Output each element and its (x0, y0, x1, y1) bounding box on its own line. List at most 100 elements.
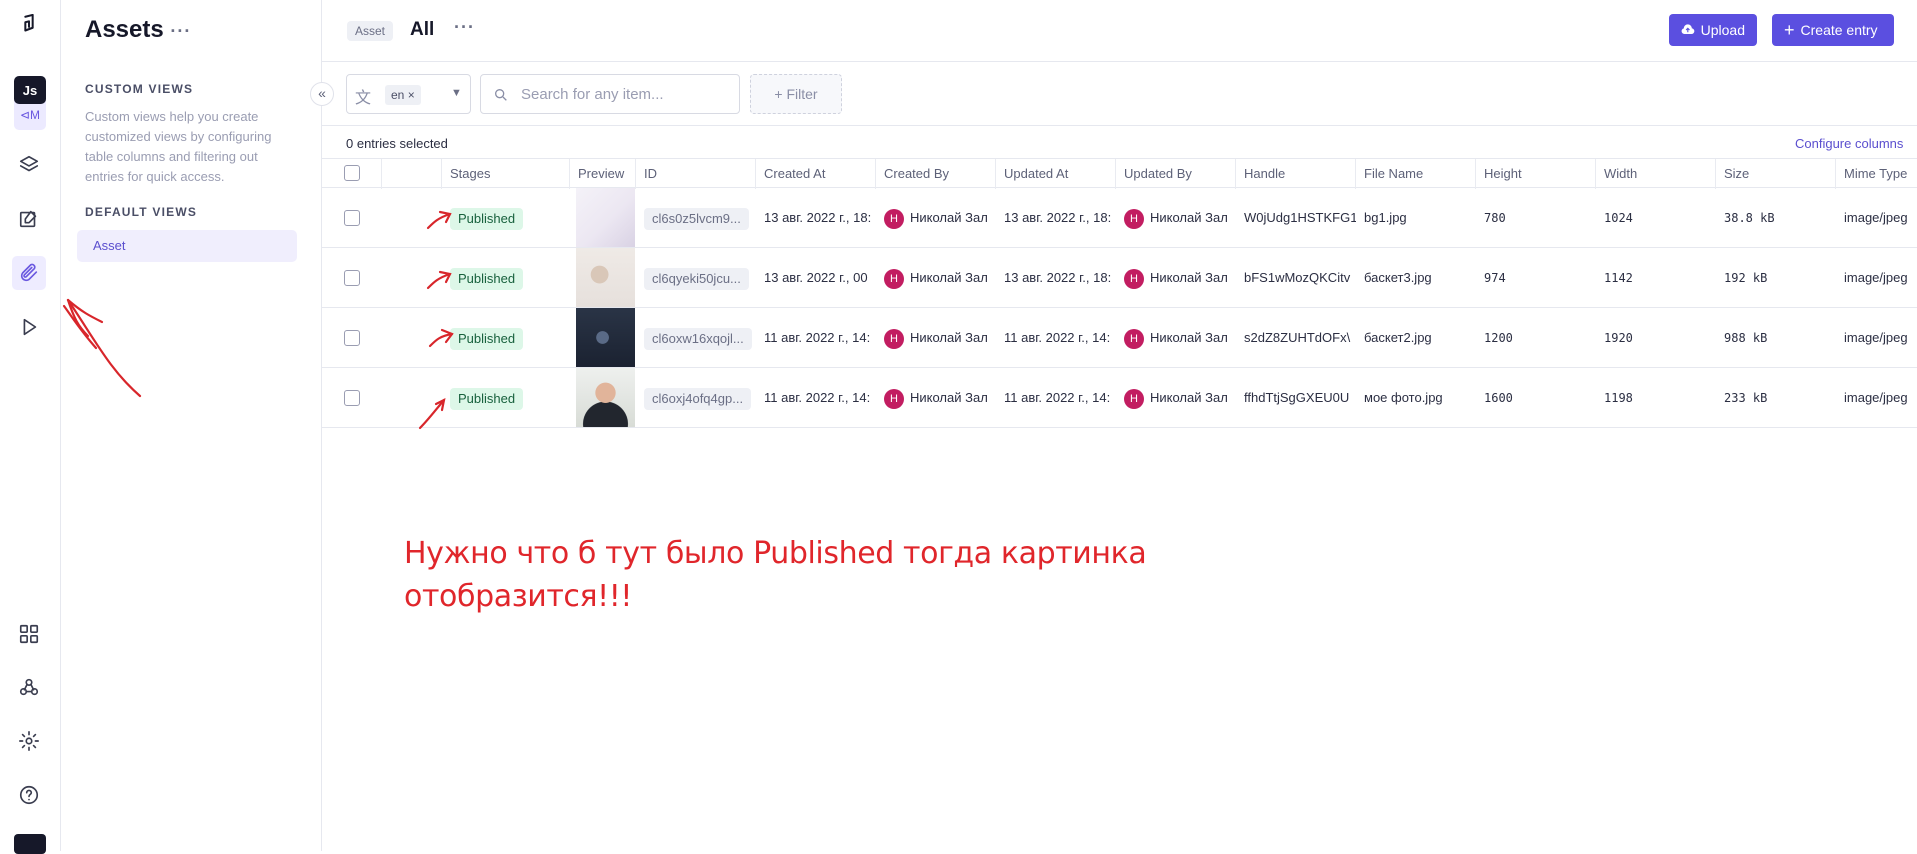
mime-type: image/jpeg (1844, 330, 1908, 345)
id-chip[interactable]: cl6qyeki50jcu... (644, 267, 749, 290)
created-by: Николай Зал (910, 390, 988, 405)
mime-type: image/jpeg (1844, 390, 1908, 405)
content-icon[interactable] (12, 202, 46, 236)
width: 1142 (1604, 271, 1633, 285)
created-at-cell: 11 авг. 2022 г., 14: (756, 308, 876, 368)
annotation-note: Нужно что б тут было Published тогда кар… (404, 532, 1147, 618)
mime-cell: image/jpeg (1836, 248, 1917, 308)
row-checkbox[interactable] (344, 270, 360, 286)
col-created-at[interactable]: Created At (756, 159, 876, 189)
account-avatar[interactable] (14, 834, 46, 854)
select-all-checkbox[interactable] (344, 165, 360, 181)
col-size[interactable]: Size (1716, 159, 1836, 189)
mime-type: image/jpeg (1844, 270, 1908, 285)
assets-icon[interactable] (12, 256, 46, 290)
webhooks-icon[interactable] (12, 670, 46, 704)
view-options-icon[interactable]: ··· (454, 17, 475, 38)
created-by: Николай Зал (910, 270, 988, 285)
table-row[interactable]: Published cl6qyeki50jcu... 13 авг. 2022 г.… (322, 248, 1917, 308)
created-by: Николай Зал (910, 330, 988, 345)
avatar: Н (1124, 388, 1144, 409)
settings-icon[interactable] (12, 724, 46, 758)
view-asset[interactable]: Asset (77, 230, 297, 262)
col-updated-at[interactable]: Updated At (996, 159, 1116, 189)
preview-thumbnail[interactable] (576, 248, 635, 307)
preview-thumbnail[interactable] (576, 368, 635, 427)
col-mime-type[interactable]: Mime Type (1836, 159, 1917, 189)
stage-cell: Published (442, 248, 570, 308)
locale-select[interactable]: 文 en × ▼ (346, 74, 471, 114)
col-updated-by[interactable]: Updated By (1116, 159, 1236, 189)
help-icon[interactable] (12, 778, 46, 812)
mime-type: image/jpeg (1844, 210, 1908, 225)
handle-cell: bFS1wMozQKCitv (1236, 248, 1356, 308)
col-preview[interactable]: Preview (570, 159, 636, 189)
status-badge: Published (450, 387, 524, 410)
search-input[interactable]: Search for any item... (480, 74, 740, 114)
schema-icon[interactable] (12, 148, 46, 182)
cloud-upload-icon (1681, 24, 1695, 34)
locale-tag[interactable]: en × (385, 85, 421, 105)
col-created-by[interactable]: Created By (876, 159, 996, 189)
id-chip[interactable]: cl6oxw16xqojl... (644, 327, 752, 350)
stage-cell: Published (442, 188, 570, 248)
select-cell (322, 248, 382, 308)
col-id[interactable]: ID (636, 159, 756, 189)
col-file-name[interactable]: File Name (1356, 159, 1476, 189)
preview-cell (570, 248, 636, 308)
col-height[interactable]: Height (1476, 159, 1596, 189)
upload-button[interactable]: Upload (1669, 14, 1757, 46)
handle-cell: s2dZ8ZUHTdOFx\ (1236, 308, 1356, 368)
avatar: Н (1124, 208, 1144, 229)
created-at-cell: 11 авг. 2022 г., 14: (756, 368, 876, 428)
row-checkbox[interactable] (344, 330, 360, 346)
updated-at: 13 авг. 2022 г., 18: (1004, 270, 1112, 285)
preview-cell (570, 308, 636, 368)
created-at-cell: 13 авг. 2022 г., 18: (756, 188, 876, 248)
col-stages[interactable]: Stages (442, 159, 570, 189)
avatar: Н (1124, 328, 1144, 349)
created-by-cell: Н Николай Зал (876, 308, 996, 368)
preview-thumbnail[interactable] (576, 188, 635, 247)
configure-columns-link[interactable]: Configure columns (1795, 136, 1903, 151)
row-checkbox[interactable] (344, 210, 360, 226)
create-entry-button[interactable]: + Create entry (1772, 14, 1894, 46)
file-name: баскет3.jpg (1364, 270, 1432, 285)
table-row[interactable]: Published cl6oxw16xqojl... 11 авг. 2022 г.… (322, 308, 1917, 368)
col-width[interactable]: Width (1596, 159, 1716, 189)
preview-thumbnail[interactable] (576, 308, 635, 367)
status-badge: Published (450, 207, 524, 230)
custom-views-description: Custom views help you create customized … (85, 109, 272, 184)
filter-button[interactable]: + Filter (750, 74, 842, 114)
created-at: 13 авг. 2022 г., 00 (764, 270, 868, 285)
hygraph-logo[interactable] (12, 8, 46, 42)
breadcrumb[interactable]: Asset (347, 21, 394, 41)
more-icon[interactable]: ··· (170, 21, 191, 42)
updated-at-cell: 11 авг. 2022 г., 14: (996, 308, 1116, 368)
height: 780 (1484, 211, 1506, 225)
height-cell: 1600 (1476, 368, 1596, 428)
updated-by: Николай Зал (1150, 210, 1228, 225)
width-cell: 1024 (1596, 188, 1716, 248)
col-handle[interactable]: Handle (1236, 159, 1356, 189)
updated-at-cell: 13 авг. 2022 г., 18: (996, 248, 1116, 308)
handle: s2dZ8ZUHTdOFx\ (1244, 330, 1351, 345)
apps-icon[interactable] (12, 617, 46, 651)
handle: W0jUdg1HSTKFG1 (1244, 210, 1356, 225)
default-views-heading: DEFAULT VIEWS (85, 205, 198, 219)
stage-cell: Published (442, 308, 570, 368)
row-checkbox[interactable] (344, 390, 360, 406)
table-row[interactable]: Published cl6s0z5lvcm9... 13 авг. 2022 г.,… (322, 188, 1917, 248)
table-row[interactable]: Published cl6oxj4ofq4gp... 11 авг. 2022 г.… (322, 368, 1917, 428)
created-by: Николай Зал (910, 210, 988, 225)
actions-cell (382, 188, 442, 248)
actions-cell (382, 248, 442, 308)
id-chip[interactable]: cl6oxj4ofq4gp... (644, 387, 752, 410)
project-switcher[interactable]: Js ⊲M (14, 76, 46, 130)
api-playground-icon[interactable] (12, 310, 46, 344)
updated-at: 11 авг. 2022 г., 14: (1004, 330, 1111, 345)
view-title: All (410, 19, 435, 40)
id-chip[interactable]: cl6s0z5lvcm9... (644, 207, 749, 230)
upload-label: Upload (1700, 22, 1745, 38)
updated-at-cell: 13 авг. 2022 г., 18: (996, 188, 1116, 248)
